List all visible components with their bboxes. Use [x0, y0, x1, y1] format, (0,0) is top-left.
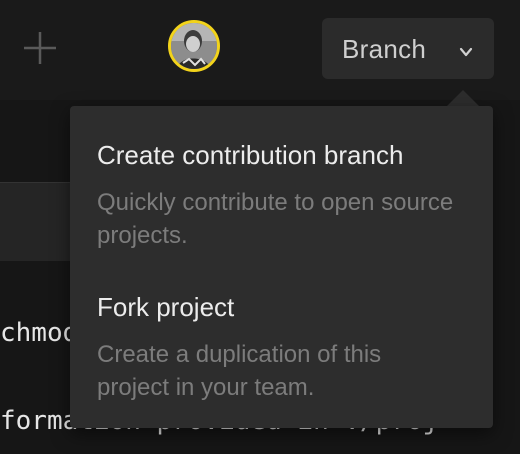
menu-item-title: Fork project	[97, 292, 235, 322]
menu-item-description: Quickly contribute to open source projec…	[97, 189, 454, 249]
top-bar: Branch	[0, 0, 520, 100]
menu-item-create-contribution-branch[interactable]: Create contribution branch Quickly contr…	[70, 126, 493, 266]
branch-button-label: Branch	[342, 34, 427, 64]
chevron-down-icon	[459, 47, 473, 57]
branch-dropdown-menu: Create contribution branch Quickly contr…	[70, 106, 493, 428]
code-line: chmod	[0, 318, 79, 348]
menu-item-description: Create a duplication of this project in …	[97, 341, 382, 401]
user-avatar-icon	[171, 23, 217, 69]
app-window: Branch chmod formation provided in ./pro…	[0, 0, 520, 454]
plus-icon[interactable]	[22, 30, 58, 66]
menu-item-title: Create contribution branch	[97, 140, 404, 170]
menu-caret	[446, 90, 480, 107]
avatar[interactable]	[168, 20, 220, 72]
menu-item-fork-project[interactable]: Fork project Create a duplication of thi…	[70, 278, 493, 418]
branch-button[interactable]: Branch	[322, 18, 494, 79]
